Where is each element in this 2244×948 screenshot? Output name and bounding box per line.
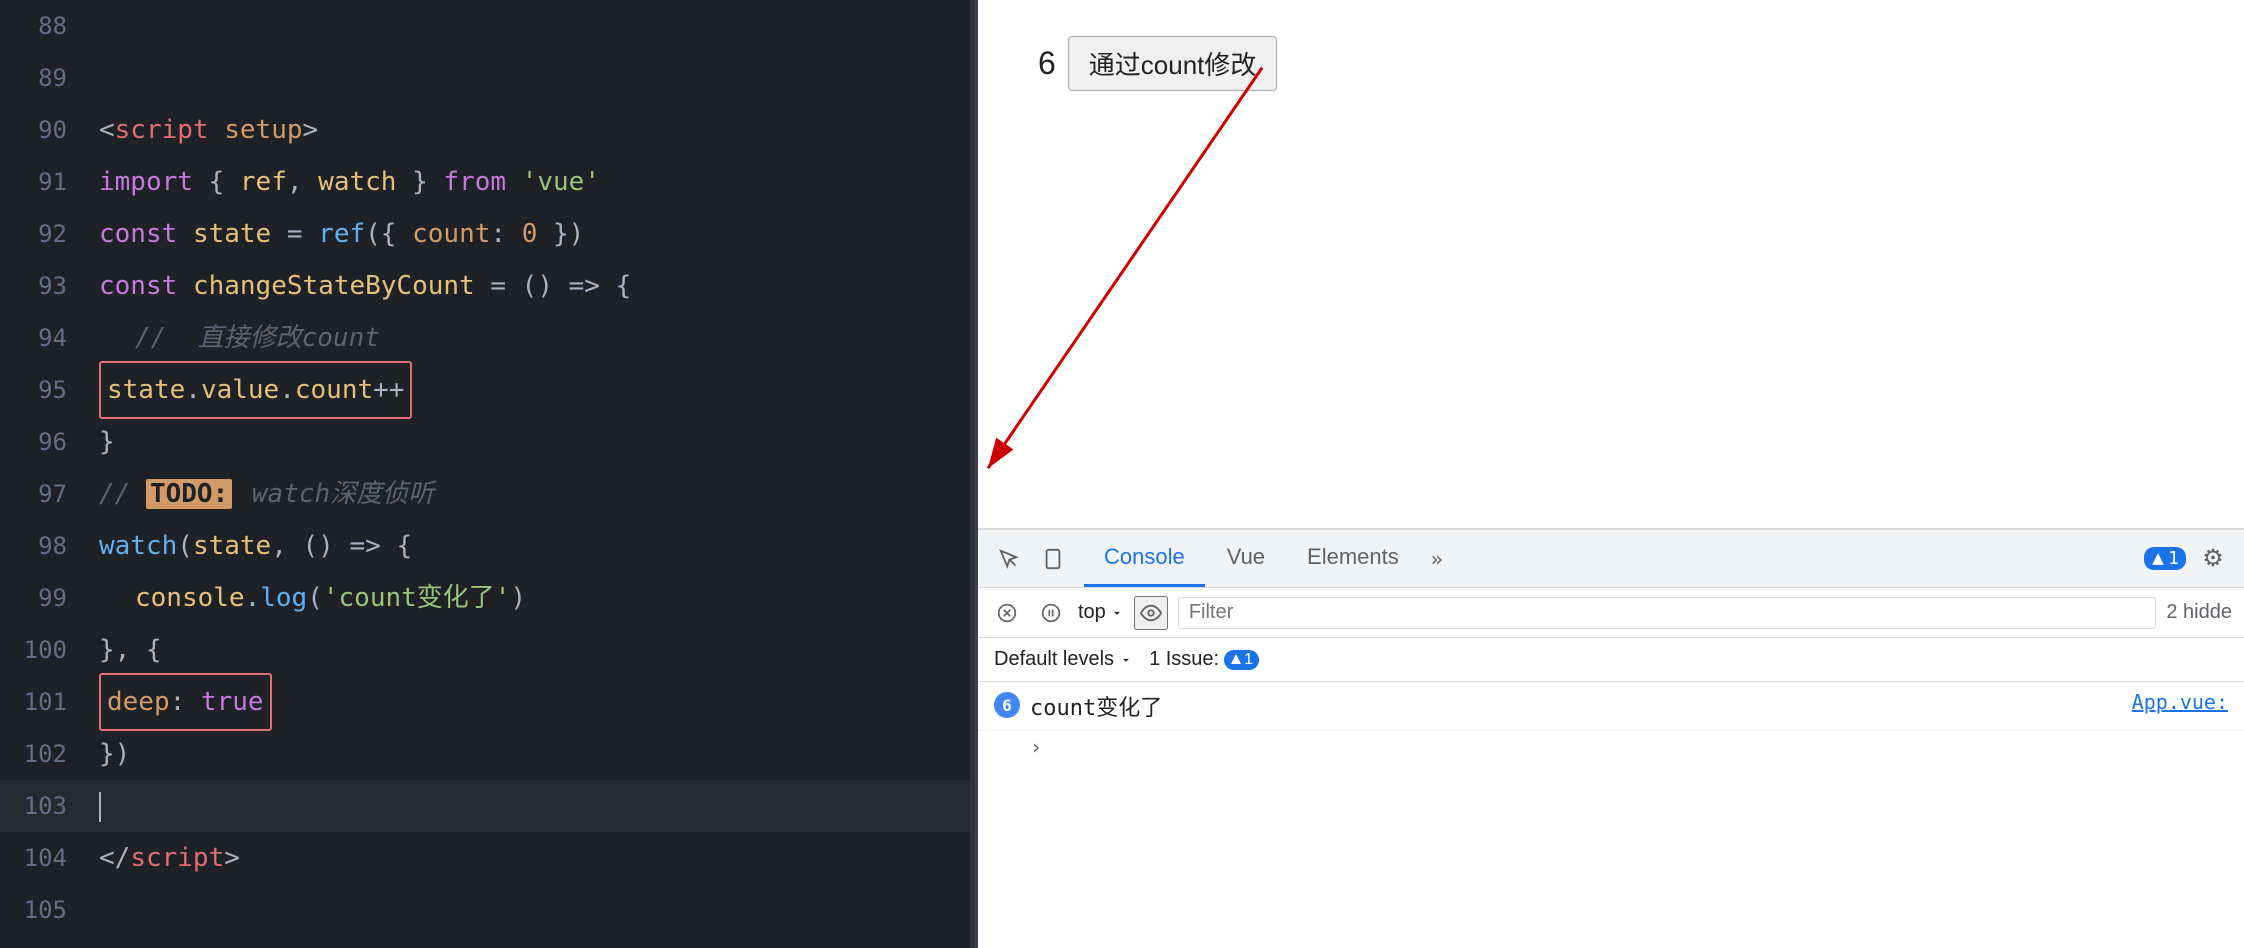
- line-number: 95: [0, 364, 85, 416]
- browser-preview: 6 通过count修改: [978, 0, 2244, 528]
- clear-console-button[interactable]: [990, 596, 1024, 630]
- issue-badge: 1 Issue: 1: [1149, 648, 1259, 671]
- issue-count: 1: [1224, 650, 1259, 670]
- code-line-91: 91import { ref, watch } from 'vue': [0, 156, 970, 208]
- line-number: 96: [0, 416, 85, 468]
- console-entry: 6 count变化了 App.vue:: [978, 682, 2244, 731]
- line-content: // 直接修改count: [85, 312, 970, 364]
- filter-input[interactable]: [1178, 597, 2157, 629]
- line-number: 106: [0, 936, 85, 948]
- code-line-99: 99console.log('count变化了'): [0, 572, 970, 624]
- code-line-89: 89: [0, 52, 970, 104]
- line-number: 94: [0, 312, 85, 364]
- default-levels-select[interactable]: Default levels: [994, 648, 1133, 671]
- line-number: 93: [0, 260, 85, 312]
- line-content: const changeStateByCount = () => {: [85, 260, 970, 312]
- console-dot: 6: [994, 692, 1020, 718]
- code-line-102: 102}): [0, 728, 970, 780]
- line-content: <template>: [85, 936, 970, 948]
- console-source-link[interactable]: App.vue:: [2132, 690, 2228, 714]
- line-content: const state = ref({ count: 0 }): [85, 208, 970, 260]
- line-number: 91: [0, 156, 85, 208]
- console-message: count变化了: [1030, 690, 2124, 722]
- code-line-92: 92const state = ref({ count: 0 }): [0, 208, 970, 260]
- line-number: 89: [0, 52, 85, 104]
- tab-elements[interactable]: Elements: [1287, 530, 1419, 587]
- code-line-95: 95 state.value.count++: [0, 364, 970, 416]
- line-number: 98: [0, 520, 85, 572]
- line-content: <script setup>: [85, 104, 970, 156]
- line-number: 88: [0, 0, 85, 52]
- code-line-88: 88: [0, 0, 970, 52]
- highlighted-code: state.value.count++: [99, 361, 412, 419]
- devtools-settings-button[interactable]: ⚙: [2194, 540, 2232, 578]
- inspect-element-button[interactable]: [990, 540, 1028, 578]
- code-line-103: 103: [0, 780, 970, 832]
- line-number: 104: [0, 832, 85, 884]
- line-content: import { ref, watch } from 'vue': [85, 156, 970, 208]
- preview-count: 6: [1038, 45, 1056, 82]
- code-line-94: 94// 直接修改count: [0, 312, 970, 364]
- line-number: 90: [0, 104, 85, 156]
- hidden-count-badge: 2 hidde: [2166, 601, 2232, 624]
- devtools-toolbar: Console Vue Elements » 1 ⚙: [978, 530, 2244, 588]
- tab-console[interactable]: Console: [1084, 530, 1205, 587]
- line-content: state.value.count++: [85, 361, 970, 419]
- devtools-tabs: Console Vue Elements »: [1084, 530, 1453, 587]
- devtools-levels-bar: Default levels 1 Issue: 1: [978, 638, 2244, 682]
- line-number: 101: [0, 676, 85, 728]
- preview-button[interactable]: 通过count修改: [1068, 36, 1278, 91]
- panel-divider: [970, 0, 978, 948]
- code-line-105: 105: [0, 884, 970, 936]
- top-context-select[interactable]: top: [1078, 601, 1124, 624]
- text-cursor: [99, 792, 101, 822]
- line-content: // TODO: watch深度侦听: [85, 468, 970, 520]
- code-line-100: 100}, {: [0, 624, 970, 676]
- right-panel: 6 通过count修改: [978, 0, 2244, 948]
- line-content: watch(state, () => {: [85, 520, 970, 572]
- code-line-98: 98watch(state, () => {: [0, 520, 970, 572]
- line-number: 97: [0, 468, 85, 520]
- devtools-panel: Console Vue Elements » 1 ⚙: [978, 528, 2244, 948]
- code-line-106: 106<template>: [0, 936, 970, 948]
- code-editor: 888990<script setup>91import { ref, watc…: [0, 0, 970, 948]
- code-line-101: 101 deep: true: [0, 676, 970, 728]
- code-line-97: 97// TODO: watch深度侦听: [0, 468, 970, 520]
- console-output-area: 6 count变化了 App.vue: ›: [978, 682, 2244, 948]
- console-expand-row[interactable]: ›: [978, 731, 2244, 763]
- devtools-filterbar: top 2 hidde: [978, 588, 2244, 638]
- line-number: 100: [0, 624, 85, 676]
- code-line-90: 90<script setup>: [0, 104, 970, 156]
- code-line-104: 104</script>: [0, 832, 970, 884]
- tab-more[interactable]: »: [1421, 547, 1453, 571]
- code-lines: 888990<script setup>91import { ref, watc…: [0, 0, 970, 948]
- line-number: 103: [0, 780, 85, 832]
- line-number: 99: [0, 572, 85, 624]
- line-content: }: [85, 416, 970, 468]
- line-content: }): [85, 728, 970, 780]
- code-line-93: 93const changeStateByCount = () => {: [0, 260, 970, 312]
- line-content: [85, 780, 970, 832]
- line-content: deep: true: [85, 673, 970, 731]
- code-line-96: 96}: [0, 416, 970, 468]
- preview-content: 6 通过count修改: [1038, 36, 1277, 91]
- line-content: }, {: [85, 624, 970, 676]
- device-toggle-button[interactable]: [1034, 540, 1072, 578]
- line-number: 92: [0, 208, 85, 260]
- line-number: 102: [0, 728, 85, 780]
- devtools-badge: 1: [2144, 547, 2186, 570]
- pause-button[interactable]: [1034, 596, 1068, 630]
- eye-button[interactable]: [1134, 596, 1168, 630]
- line-number: 105: [0, 884, 85, 936]
- highlighted-code: deep: true: [99, 673, 272, 731]
- line-content: console.log('count变化了'): [85, 572, 970, 624]
- line-content: </script>: [85, 832, 970, 884]
- tab-vue[interactable]: Vue: [1207, 530, 1285, 587]
